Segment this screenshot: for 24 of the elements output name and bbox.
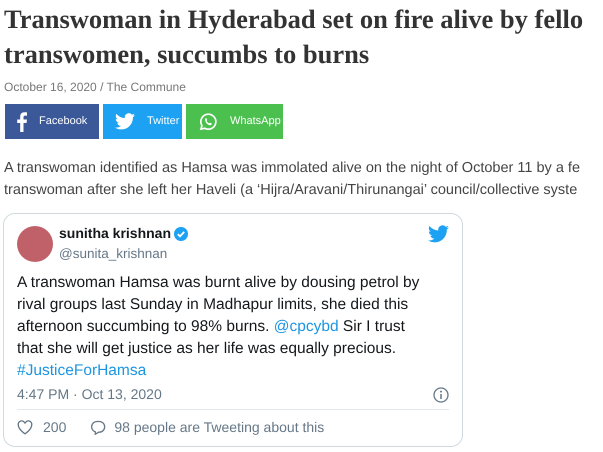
heart-icon[interactable] (17, 420, 33, 436)
author-handle[interactable]: @sunita_krishnan (59, 244, 422, 264)
facebook-f-icon (17, 112, 27, 132)
headline-line: transwomen, succumbs to burns (4, 38, 370, 71)
headline-line: Transwoman in Hyderabad set on fire alive by fello (4, 3, 584, 36)
info-icon[interactable] (433, 386, 449, 403)
article-byline: October 16, 2020 / The Commune (4, 79, 187, 96)
avatar-placeholder (17, 226, 53, 262)
share-button[interactable]: Twitter (103, 104, 182, 139)
share-button[interactable]: WhatsApp (186, 104, 283, 139)
author-name[interactable]: sunitha krishnan (59, 223, 172, 244)
share-button[interactable]: Facebook (5, 104, 99, 139)
article-text-line: transwoman after she left her Haveli (a ‘Hijra/Aravani/Thirunangai’ council/collective syste (4, 181, 578, 200)
chat-phone-icon (198, 112, 218, 132)
speech-bubble-icon[interactable] (90, 420, 106, 436)
tweet-link[interactable]: @cpcybd (274, 318, 339, 336)
bird-icon (115, 113, 135, 130)
tweet-timestamp[interactable]: 4:47 PM · Oct 13, 2020 (17, 384, 162, 406)
bird-icon (428, 225, 449, 243)
tweet-text: A transwoman Hamsa was burnt alive by dousing petrol by rival groups last Sunday in Madhapur limits, she died this afternoon succumbing to 98% burns. @cpcybd Sir I trust that she will get justice as her life was equally precious. #JusticeForHamsa (17, 273, 420, 382)
article-text-line: A transwoman identified as Hamsa was immolated alive on the night of October 11 by a fe (4, 159, 582, 178)
like-count: 200 (43, 418, 66, 438)
tweet-link[interactable]: #JusticeForHamsa (17, 362, 146, 380)
tweet-activity-link[interactable]: 98 people are Tweeting about this (114, 417, 324, 438)
